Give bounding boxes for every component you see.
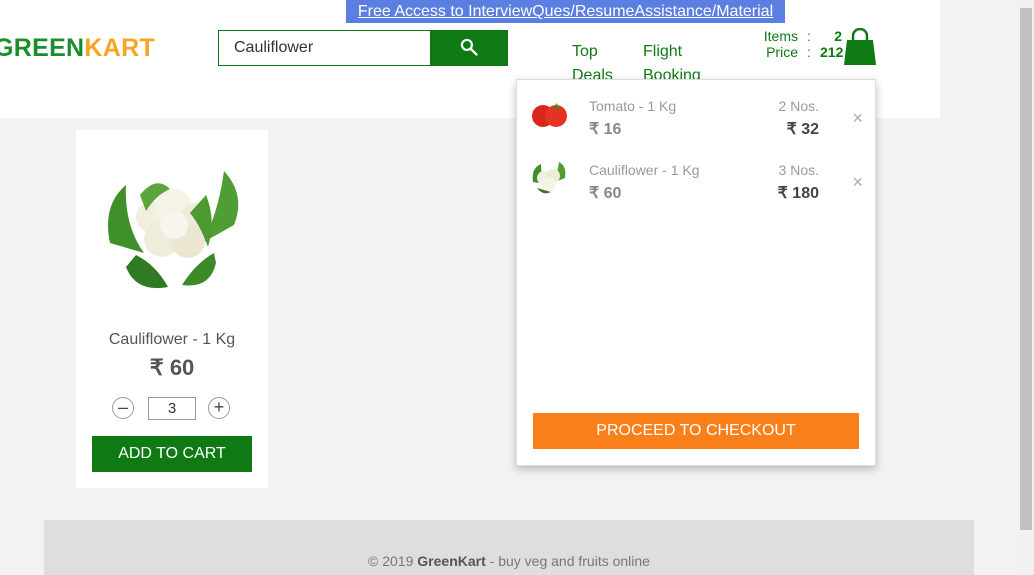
cart-item-qty: 2 Nos. [778,98,819,114]
promo-banner-link[interactable]: Free Access to InterviewQues/ResumeAssis… [346,0,785,23]
brand-logo[interactable]: GREENKART [0,34,155,63]
remove-item-button[interactable]: × [852,108,863,129]
search-bar [218,30,508,66]
product-card: Cauliflower - 1 Kg ₹ 60 – + ADD TO CART [76,130,268,488]
price-label: Price [766,44,798,60]
proceed-to-checkout-button[interactable]: PROCEED TO CHECKOUT [533,413,859,449]
items-label: Items [763,28,798,44]
add-to-cart-button[interactable]: ADD TO CART [92,436,252,472]
search-button[interactable] [430,30,508,66]
footer: © 2019 GreenKart - buy veg and fruits on… [44,520,974,575]
cart-item-amount: ₹ 32 [786,121,819,138]
cart-item-name: Tomato - 1 Kg [589,98,677,114]
tomato-image [532,103,567,127]
search-input[interactable] [218,30,432,66]
cart-item-qty: 3 Nos. [778,162,819,178]
items-count: 2 [834,28,842,44]
cauliflower-thumb-image [532,162,566,194]
shopping-bag-icon [844,27,876,65]
footer-copyright: © 2019 GreenKart - buy veg and fruits on… [368,553,650,569]
product-price: ₹ 60 [149,355,195,380]
cart-item-name: Cauliflower - 1 Kg [589,162,700,178]
cart-preview-item: Cauliflower - 1 Kg ₹ 60 3 Nos. ₹ 180 × [517,150,875,202]
cauliflower-image [108,171,239,289]
price-total: 212 [820,44,844,60]
quantity-stepper: – + [112,397,234,420]
scrollbar-thumb[interactable] [1020,8,1032,530]
search-icon [460,38,478,56]
footer-brand: GreenKart [417,553,486,569]
cart-item-amount: ₹ 180 [777,185,819,202]
decrement-button[interactable]: – [112,397,134,419]
increment-button[interactable]: + [208,397,230,419]
cart-summary: Items : 2 Price : 212 [736,28,844,60]
cart-preview-item: Tomato - 1 Kg ₹ 16 2 Nos. ₹ 32 × [517,86,875,138]
vertical-scrollbar[interactable] [1018,0,1034,575]
product-name: Cauliflower - 1 Kg [108,331,236,348]
quantity-input[interactable] [148,397,196,420]
cart-item-price: ₹ 16 [589,121,622,138]
cart-icon-button[interactable] [843,27,877,71]
remove-item-button[interactable]: × [852,172,863,193]
cart-preview: Tomato - 1 Kg ₹ 16 2 Nos. ₹ 32 × Caulifl… [516,79,876,466]
cart-item-price: ₹ 60 [589,185,622,202]
